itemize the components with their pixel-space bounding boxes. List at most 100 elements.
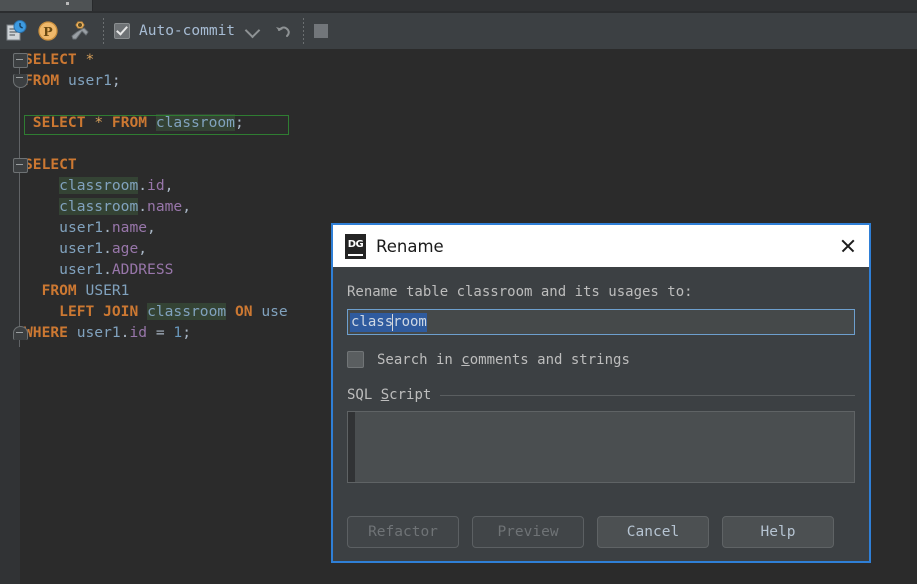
code-token: , [138, 240, 147, 257]
text-caret [392, 314, 393, 331]
sql-script-divider [440, 395, 855, 396]
code-token [138, 303, 147, 320]
svg-text:P: P [43, 24, 53, 39]
auto-commit-label: Auto-commit [139, 23, 235, 39]
datagrip-logo-icon: DG [345, 234, 366, 259]
sql-script-section-header: SQL Script [347, 387, 855, 403]
dialog-titlebar[interactable]: DG Rename [333, 225, 869, 267]
code-token [94, 303, 103, 320]
code-fold-marker[interactable] [13, 53, 28, 68]
cancel-button[interactable]: Cancel [597, 516, 709, 548]
toolbar-separator-1 [103, 18, 104, 44]
code-token: . [103, 219, 112, 236]
code-token: FROM [42, 282, 77, 299]
code-fold-marker[interactable] [13, 74, 28, 88]
search-in-comments-checkbox[interactable] [347, 351, 364, 368]
code-token [24, 303, 59, 320]
editor-tab-strip[interactable] [0, 0, 917, 11]
code-token: . [138, 177, 147, 194]
preview-button: Preview [472, 516, 584, 548]
code-token: USER1 [86, 282, 130, 299]
code-line: LEFT JOIN classroom ON use [24, 301, 288, 322]
help-button[interactable]: Help [722, 516, 834, 548]
code-token [24, 240, 59, 257]
code-token: classroom [156, 114, 235, 131]
stop-button[interactable] [314, 24, 328, 38]
code-token: . [103, 261, 112, 278]
sql-script-textarea[interactable] [347, 411, 855, 483]
chevron-down-icon[interactable] [245, 23, 261, 39]
sql-script-textarea-gutter [348, 412, 355, 482]
tab-strip-empty-area [92, 0, 917, 11]
code-token [24, 198, 59, 215]
code-token: user1 [59, 261, 103, 278]
code-token [24, 219, 59, 236]
search-label-before: Search in [377, 352, 461, 368]
sql-script-label-mnemonic: S [381, 387, 389, 403]
code-token: . [103, 240, 112, 257]
sql-code[interactable]: SELECT *FROM user1; SELECT * FROM classr… [24, 49, 288, 343]
sql-script-label: SQL Script [347, 387, 431, 403]
rename-input[interactable]: classroom [347, 309, 855, 335]
code-token: 1 [173, 324, 182, 341]
code-token: SELECT [24, 156, 77, 173]
code-line: WHERE user1.id = 1; [24, 322, 288, 343]
code-line: FROM user1; [24, 70, 288, 91]
close-icon[interactable] [827, 225, 869, 267]
code-token: * [86, 51, 95, 68]
code-token [147, 114, 156, 131]
code-fold-marker[interactable] [13, 158, 28, 173]
code-token [103, 114, 112, 131]
sql-script-label-after: cript [389, 387, 431, 403]
code-token: user1 [68, 72, 112, 89]
editor-gutter[interactable] [0, 49, 20, 584]
code-token [68, 324, 77, 341]
code-token: JOIN [103, 303, 138, 320]
main-toolbar: P Auto-commit [0, 13, 917, 49]
code-token [226, 303, 235, 320]
code-line [24, 133, 288, 154]
code-token: FROM [112, 114, 147, 131]
code-token: , [165, 177, 174, 194]
code-token: user1 [59, 219, 103, 236]
code-line: classroom.id, [24, 175, 288, 196]
code-line: SELECT * [24, 49, 288, 70]
rename-dialog: DG Rename Rename table classroom and its… [331, 223, 871, 563]
code-fold-marker[interactable] [13, 326, 28, 340]
code-token: . [138, 198, 147, 215]
auto-commit-checkbox[interactable] [114, 23, 130, 39]
auto-commit-control[interactable]: Auto-commit [114, 23, 261, 39]
code-token [24, 282, 42, 299]
history-icon[interactable] [3, 17, 31, 45]
code-token [77, 282, 86, 299]
code-line: SELECT * FROM classroom; [24, 112, 288, 133]
code-token: name [147, 198, 182, 215]
search-in-comments-row[interactable]: Search in comments and strings [347, 351, 855, 368]
settings-wrench-icon[interactable] [65, 17, 93, 45]
code-token [253, 303, 262, 320]
postgres-datasource-icon[interactable]: P [34, 17, 62, 45]
rollback-arrow-icon[interactable] [273, 21, 293, 41]
code-token: user1 [59, 240, 103, 257]
code-token: id [129, 324, 147, 341]
code-token: classroom [59, 177, 138, 194]
dialog-body: Rename table classroom and its usages to… [333, 267, 869, 503]
code-token: name [112, 219, 147, 236]
code-token: * [94, 114, 103, 131]
sql-script-label-before: SQL [347, 387, 381, 403]
code-token [59, 72, 68, 89]
active-tab[interactable] [0, 0, 92, 11]
code-line: FROM USER1 [24, 280, 288, 301]
code-token: SELECT [24, 51, 77, 68]
code-token [24, 261, 59, 278]
code-token: , [147, 219, 156, 236]
code-line: user1.ADDRESS [24, 259, 288, 280]
code-token: = [147, 324, 173, 341]
toolbar-separator-2 [303, 18, 304, 44]
code-line: SELECT [24, 154, 288, 175]
code-line: user1.age, [24, 238, 288, 259]
refactor-button: Refactor [347, 516, 459, 548]
code-token: , [182, 198, 191, 215]
search-in-comments-label: Search in comments and strings [377, 352, 630, 368]
code-token: use [261, 303, 287, 320]
